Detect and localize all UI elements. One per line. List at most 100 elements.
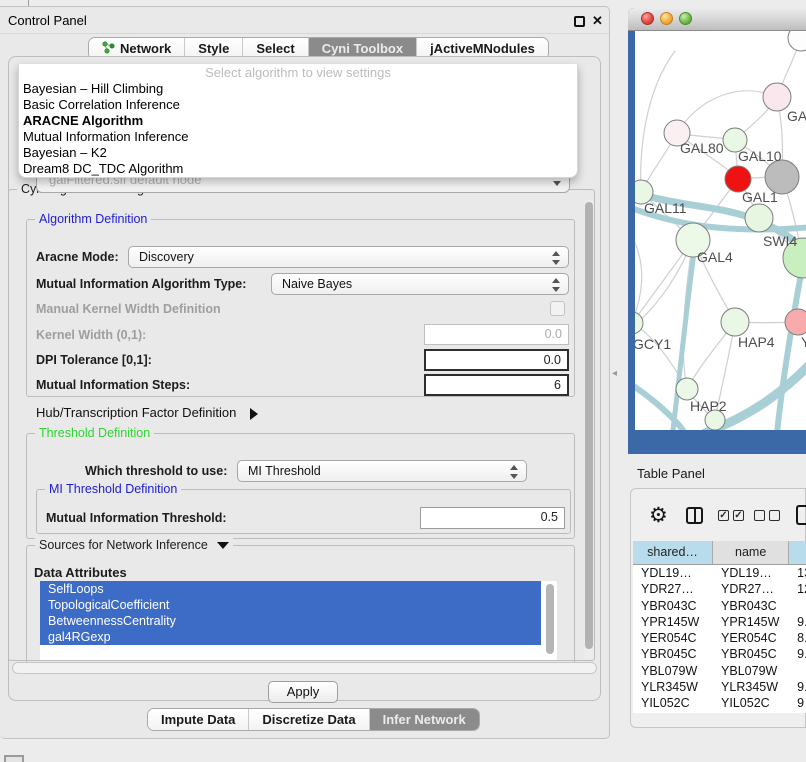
column-header-name[interactable]: name (713, 541, 789, 564)
node-label-gal1: GAL1 (742, 189, 778, 205)
gear-icon[interactable]: ⚙ (649, 503, 668, 528)
table-cell: 9. (789, 614, 806, 630)
network-node[interactable] (635, 312, 643, 334)
network-node[interactable] (763, 83, 791, 111)
table-cell: YDL19… (713, 565, 789, 581)
network-node[interactable] (745, 204, 773, 232)
table-row[interactable]: YBL079WYBL079W (633, 663, 806, 679)
table-row[interactable]: YIL052CYIL052C9 (633, 695, 806, 711)
mi-steps-input[interactable]: 6 (424, 374, 569, 396)
tab-label: Discretize Data (262, 712, 355, 727)
network-edge[interactable] (677, 91, 777, 133)
table-cell: 9 (789, 695, 806, 711)
threshold-definition-legend: Threshold Definition (35, 426, 154, 440)
network-window-titlebar[interactable] (628, 8, 806, 31)
settings-scrollbar[interactable] (584, 199, 594, 660)
network-node[interactable] (788, 31, 806, 51)
aracne-mode-value: Discovery (139, 250, 194, 264)
select-all-icon[interactable]: ✓ (718, 510, 729, 521)
which-threshold-combo[interactable]: MI Threshold (237, 460, 527, 482)
new-table-icon[interactable] (796, 505, 806, 525)
combo-stepper-icon (552, 251, 560, 265)
node-label-gal11: GAL11 (644, 200, 687, 216)
table-cell: YLR345W (633, 679, 713, 695)
table-row[interactable]: YPR145WYPR145W9. (633, 614, 806, 630)
tab-infer-network[interactable]: Infer Network (370, 709, 479, 730)
settings-scrollbar-thumb[interactable] (585, 202, 593, 649)
manual-kernel-label: Manual Kernel Width Definition (36, 302, 221, 316)
dropdown-item-mutual-information-inference[interactable]: Mutual Information Inference (19, 129, 577, 145)
table-row[interactable]: YER054CYER054C8. (633, 630, 806, 646)
mi-type-combo[interactable]: Naive Bayes (271, 273, 569, 295)
kernel-width-label: Kernel Width (0,1): (36, 328, 146, 342)
table-cell: 9. (789, 646, 806, 662)
attributes-scrollbar-thumb[interactable] (546, 584, 554, 654)
minimize-window-icon[interactable] (660, 12, 673, 25)
table-cell: YIL052C (633, 695, 713, 711)
float-panel-icon[interactable] (574, 16, 585, 27)
dropdown-item-dream8-dc-tdc-algorithm[interactable]: Dream8 DC_TDC Algorithm (19, 161, 577, 177)
network-node[interactable] (676, 378, 698, 400)
node-table[interactable]: shared…name YDL19…YDL19…13YDR27…YDR27…12… (633, 541, 806, 713)
dropdown-item-aracne-algorithm[interactable]: ARACNE Algorithm (19, 113, 577, 129)
table-row[interactable]: YDR27…YDR27…12 (633, 581, 806, 597)
kernel-width-input[interactable]: 0.0 (424, 324, 569, 345)
algorithm-dropdown-list: Select algorithm to view settings Bayesi… (18, 64, 578, 178)
table-row[interactable]: YLR345WYLR345W9. (633, 679, 806, 695)
aracne-mode-combo[interactable]: Discovery (128, 246, 569, 268)
close-window-icon[interactable] (641, 12, 654, 25)
network-canvas[interactable]: GALGAL80GAL10GAL1GAL11GAL4SWI4GCY1HAP4YH… (635, 31, 806, 430)
network-icon (102, 41, 115, 57)
manual-kernel-checkbox[interactable] (550, 301, 565, 316)
dropdown-item-basic-correlation-inference[interactable]: Basic Correlation Inference (19, 97, 577, 113)
control-panel-window: Control Panel ✕ NetworkStyleSelectCyni T… (0, 6, 610, 739)
network-node[interactable] (785, 309, 806, 335)
attribute-item-gal4rgexp[interactable]: gal4RGexp (40, 629, 541, 645)
sources-legend-label: Sources for Network Inference (39, 538, 208, 552)
deselect-all-icon[interactable] (754, 510, 765, 521)
table-cell: YBR043C (633, 598, 713, 614)
table-cell: YDR27… (713, 581, 789, 597)
desktop: Control Panel ✕ NetworkStyleSelectCyni T… (0, 0, 806, 762)
column-header-shared[interactable]: shared… (633, 541, 713, 564)
tab-impute-data[interactable]: Impute Data (148, 709, 249, 730)
tab-label: Select (256, 41, 294, 56)
node-label-hap2: HAP2 (690, 398, 727, 414)
tab-discretize-data[interactable]: Discretize Data (249, 709, 369, 730)
zoom-window-icon[interactable] (679, 12, 692, 25)
sources-legend[interactable]: Sources for Network Inference (35, 538, 233, 552)
expanded-arrow-icon (217, 542, 229, 549)
attribute-item-selfloops[interactable]: SelfLoops (40, 581, 541, 597)
mi-threshold-definition-legend: MI Threshold Definition (45, 482, 181, 496)
network-node[interactable] (721, 308, 749, 336)
data-attributes-list[interactable]: SelfLoopsTopologicalCoefficientBetweenne… (40, 581, 557, 660)
table-row[interactable]: YDL19…YDL19…13 (633, 565, 806, 581)
network-edge[interactable] (641, 51, 675, 192)
hub-definition-toggle[interactable]: Hub/Transcription Factor Definition (36, 405, 258, 420)
network-view-window[interactable]: GALGAL80GAL10GAL1GAL11GAL4SWI4GCY1HAP4YH… (628, 8, 806, 454)
hub-definition-label: Hub/Transcription Factor Definition (36, 405, 236, 420)
apply-button[interactable]: Apply (268, 681, 338, 703)
dropdown-item-bayesian-hill-climbing[interactable]: Bayesian – Hill Climbing (19, 81, 577, 97)
algorithm-dropdown-placeholder: Select algorithm to view settings (19, 64, 577, 81)
table-row[interactable]: YBR045CYBR045C9. (633, 646, 806, 662)
mi-threshold-label: Mutual Information Threshold: (46, 511, 227, 525)
table-panel-title: Table Panel (637, 466, 705, 481)
algorithm-definition-legend: Algorithm Definition (35, 212, 151, 226)
mi-threshold-input[interactable]: 0.5 (420, 507, 565, 529)
close-panel-icon[interactable]: ✕ (592, 13, 603, 29)
split-pane-collapse-icon[interactable]: ◂ (612, 368, 617, 379)
column-layout-icon[interactable] (686, 507, 703, 524)
deselect-all-icon2[interactable] (769, 510, 780, 521)
attribute-item-betweennesscentrality[interactable]: BetweennessCentrality (40, 613, 541, 629)
bottom-left-partial-button[interactable] (4, 755, 24, 762)
dropdown-item-bayesian-k2[interactable]: Bayesian – K2 (19, 145, 577, 161)
attribute-item-topologicalcoefficient[interactable]: TopologicalCoefficient (40, 597, 541, 613)
network-edge-strong[interactable] (777, 263, 803, 430)
column-header-2[interactable] (789, 541, 806, 564)
table-row[interactable]: YBR043CYBR043C (633, 598, 806, 614)
select-all-icon2[interactable]: ✓ (733, 510, 744, 521)
table-cell (789, 598, 806, 614)
dpi-tolerance-input[interactable]: 0.0 (424, 349, 569, 371)
which-threshold-label: Which threshold to use: (85, 464, 227, 478)
